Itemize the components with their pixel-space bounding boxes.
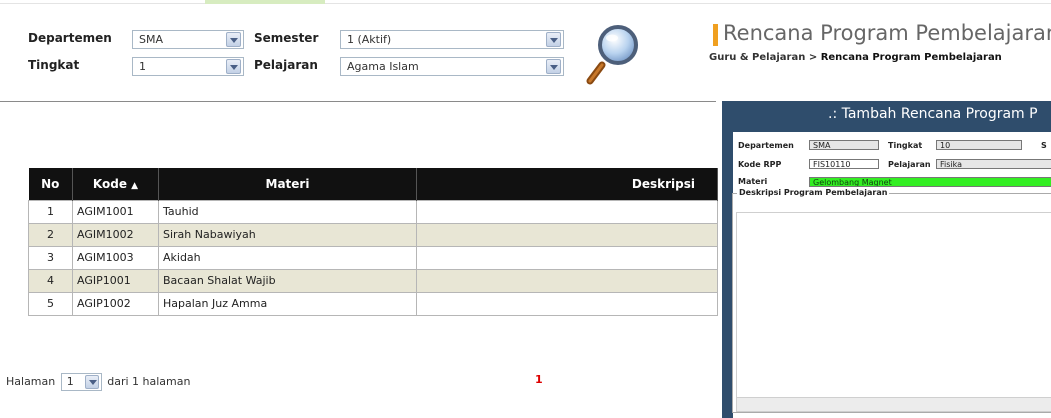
cell-no: 5 [28, 291, 73, 316]
table-row[interactable]: 2 AGIM1002 Sirah Nabawiyah [28, 222, 718, 247]
chevron-down-icon [546, 32, 561, 47]
chevron-down-icon [84, 375, 99, 389]
dialog-title: .: Tambah Rencana Program P [828, 106, 1038, 122]
dialog-semester-label: S [1041, 141, 1047, 150]
cell-materi: Sirah Nabawiyah [158, 222, 417, 247]
editor-status-bar [737, 397, 1051, 411]
breadcrumb: Guru & Pelajaran > Rencana Program Pembe… [709, 52, 1002, 63]
dialog-pelajaran-label: Pelajaran [888, 160, 931, 169]
chevron-down-icon [546, 59, 561, 74]
top-strip [0, 0, 1051, 4]
cell-deskripsi [416, 291, 718, 316]
dialog-tingkat-field[interactable]: 10 [936, 140, 1022, 150]
top-strip-accent [205, 0, 325, 4]
semester-label: Semester [254, 31, 319, 45]
filter-divider [0, 101, 716, 102]
table-row[interactable]: 4 AGIP1001 Bacaan Shalat Wajib [28, 268, 718, 293]
dialog-departemen-label: Departemen [738, 141, 794, 150]
column-header-materi: Materi [158, 168, 417, 200]
column-header-deskripsi: Deskripsi [416, 168, 718, 200]
departemen-select[interactable]: SMA [132, 30, 244, 49]
cell-kode: AGIP1001 [72, 268, 159, 293]
cell-materi: Bacaan Shalat Wajib [158, 268, 417, 293]
breadcrumb-current: Rencana Program Pembelajaran [820, 52, 1002, 63]
dialog-departemen-field[interactable]: SMA [809, 140, 879, 150]
dialog-kode-field[interactable]: FIS10110 [809, 159, 879, 169]
semester-select[interactable]: 1 (Aktif) [340, 30, 564, 49]
dialog-tingkat-label: Tingkat [888, 141, 923, 150]
dialog-materi-field[interactable]: Gelombang Magnet [809, 177, 1051, 187]
table-row[interactable]: 1 AGIM1001 Tauhid [28, 199, 718, 224]
cell-kode: AGIM1003 [72, 245, 159, 270]
cell-materi: Tauhid [158, 199, 417, 224]
chevron-down-icon [226, 32, 241, 47]
tingkat-select[interactable]: 1 [132, 57, 244, 76]
deskripsi-editor[interactable] [736, 212, 1051, 412]
sort-ascending-icon: ▲ [131, 180, 139, 191]
cell-kode: AGIM1001 [72, 199, 159, 224]
departemen-select-value: SMA [139, 33, 163, 46]
page-select[interactable]: 1 [60, 373, 102, 391]
deskripsi-legend: Deskripsi Program Pembelajaran [737, 188, 890, 197]
pagination-prefix: Halaman [6, 375, 56, 388]
table-header-row: No Kode ▲ Materi Deskripsi [28, 168, 718, 200]
cell-kode: AGIM1002 [72, 222, 159, 247]
departemen-label: Departemen [28, 31, 112, 45]
column-header-kode-label: Kode [92, 176, 127, 191]
dialog-kode-label: Kode RPP [738, 160, 782, 169]
add-rpp-dialog: .: Tambah Rencana Program P Departemen S… [722, 101, 1051, 418]
column-header-no: No [28, 168, 73, 200]
breadcrumb-parent[interactable]: Guru & Pelajaran [709, 52, 805, 63]
column-header-kode[interactable]: Kode ▲ [72, 168, 159, 200]
pelajaran-select[interactable]: Agama Islam [340, 57, 564, 76]
dialog-materi-label: Materi [738, 177, 768, 186]
tingkat-select-value: 1 [139, 60, 146, 73]
materi-table: No Kode ▲ Materi Deskripsi 1 AGIM1001 Ta… [28, 168, 718, 316]
pelajaran-label: Pelajaran [254, 58, 318, 72]
pagination: Halaman 1 dari 1 halaman [6, 373, 190, 391]
dialog-pelajaran-field[interactable]: Fisika [936, 159, 1051, 169]
page-link-1[interactable]: 1 [535, 373, 543, 386]
cell-deskripsi [416, 268, 718, 293]
breadcrumb-separator: > [808, 52, 818, 63]
title-accent-bar [713, 24, 718, 46]
page-select-value: 1 [66, 375, 74, 388]
tingkat-label: Tingkat [28, 58, 80, 72]
cell-kode: AGIP1002 [72, 291, 159, 316]
cell-materi: Hapalan Juz Amma [158, 291, 417, 316]
table-row[interactable]: 5 AGIP1002 Hapalan Juz Amma [28, 291, 718, 316]
cell-no: 3 [28, 245, 73, 270]
table-row[interactable]: 3 AGIM1003 Akidah [28, 245, 718, 270]
chevron-down-icon [226, 59, 241, 74]
pagination-suffix: dari 1 halaman [107, 375, 191, 388]
cell-deskripsi [416, 222, 718, 247]
cell-deskripsi [416, 199, 718, 224]
page-title: Rencana Program Pembelajaran [723, 21, 1051, 45]
pelajaran-select-value: Agama Islam [347, 60, 419, 73]
cell-no: 2 [28, 222, 73, 247]
cell-deskripsi [416, 245, 718, 270]
magnifier-icon[interactable] [586, 23, 642, 85]
cell-no: 1 [28, 199, 73, 224]
cell-no: 4 [28, 268, 73, 293]
cell-materi: Akidah [158, 245, 417, 270]
semester-select-value: 1 (Aktif) [347, 33, 392, 46]
